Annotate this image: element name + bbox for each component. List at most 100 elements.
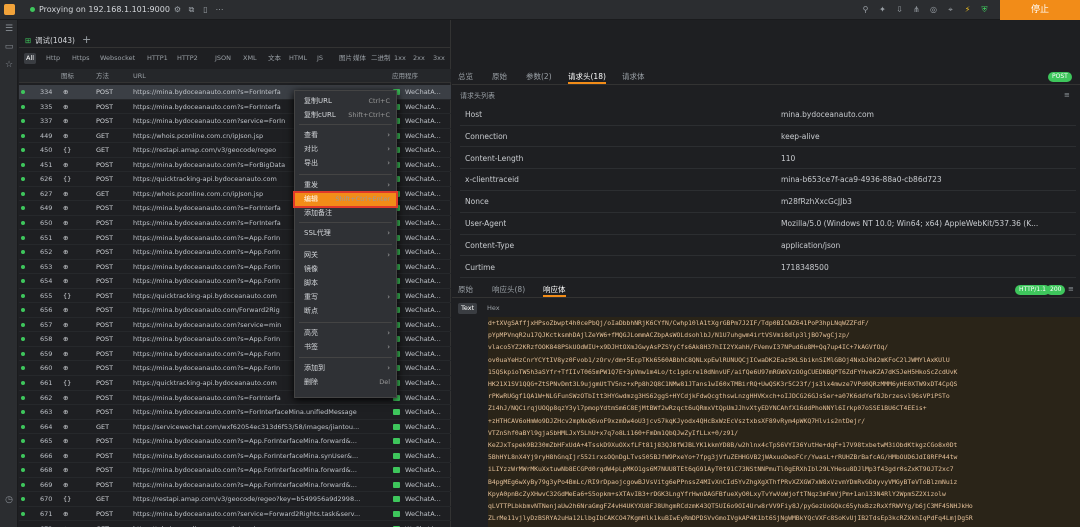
filter-9[interactable]: HTML <box>287 53 309 64</box>
menu-item-7[interactable]: 添加备注 <box>295 207 396 220</box>
menu-separator <box>299 174 392 175</box>
header-row[interactable]: User-Agent Mozilla/5.0 (Windows NT 10.0; … <box>460 213 1076 235</box>
header-row[interactable]: Content-Type application/json <box>460 235 1076 257</box>
tab-session[interactable]: 调试(1043) <box>35 34 75 48</box>
body-line: vlaco5YZ2KRzfOOK848PSkUOdWIU+x9DJHtOXmJG… <box>488 343 889 352</box>
status-dot <box>21 439 25 444</box>
menu-item-10[interactable]: 镜像 <box>295 263 396 276</box>
filter-16[interactable]: 3xx <box>431 53 447 64</box>
menu-item-8[interactable]: SSL代理 › <box>295 227 396 240</box>
filter-icon[interactable]: ⚲ <box>860 4 871 15</box>
menu-item-14[interactable]: 高亮 › <box>295 327 396 340</box>
menu-item-0[interactable]: 复制URL Ctrl+C <box>295 95 396 108</box>
menu-item-16[interactable]: 添加到 › <box>295 362 396 375</box>
menu-item-13[interactable]: 断点 <box>295 305 396 318</box>
table-row[interactable]: 664 ⊕ GET https://servicewechat.com/wxf6205… <box>19 420 451 435</box>
filter-1[interactable]: Http <box>44 53 62 64</box>
menu-item-2[interactable]: 查看 › <box>295 129 396 142</box>
detail-tab-2[interactable]: 参数(2) <box>526 70 552 84</box>
detail-tab-4[interactable]: 请求体 <box>622 70 645 84</box>
body-tab-0[interactable]: Text <box>458 303 478 314</box>
folder-icon[interactable]: ▭ <box>4 42 14 52</box>
filter-5[interactable]: HTTP2 <box>175 53 200 64</box>
stop-button[interactable]: 停止 <box>1000 0 1080 20</box>
menu-item-9[interactable]: 网关 › <box>295 249 396 262</box>
menu-item-6[interactable]: 编辑 Shift+Ctrl+Enter <box>293 191 398 208</box>
table-row[interactable]: 668 ⊕ POST https://mina.bydoceanauto.com?s=… <box>19 463 451 478</box>
location-icon[interactable]: ⌖ <box>945 4 956 15</box>
detail-tab-0[interactable]: 总览 <box>458 70 473 84</box>
filter-13[interactable]: 二进制 <box>369 53 393 64</box>
filter-3[interactable]: Websocket <box>98 53 137 64</box>
body-tab-1[interactable]: Hex <box>484 303 503 314</box>
header-row[interactable]: Nonce m28fRzhXxcGcJJb3 <box>460 191 1076 213</box>
table-row[interactable]: 663 ⊕ POST https://mina.bydoceanauto.com?s=… <box>19 405 451 420</box>
header-list-menu-icon[interactable]: ≡ <box>1064 91 1070 99</box>
response-tab-1[interactable]: 响应头(8) <box>492 283 525 297</box>
menu-item-5[interactable]: 重发 › <box>295 179 396 192</box>
filter-8[interactable]: 文本 <box>266 53 283 64</box>
row-app: WeChatA... <box>405 408 441 417</box>
add-tab-button[interactable]: + <box>82 34 91 48</box>
row-app: WeChatA... <box>405 160 441 169</box>
body-line: ov0uaYeHzCnrYCYtIV8yz0Fvob1/zOrv/dm+5Ecp… <box>488 355 950 364</box>
header-row[interactable]: Curtime 1718348500 <box>460 257 1076 279</box>
history-icon[interactable]: ◷ <box>4 495 14 505</box>
menu-item-12[interactable]: 重写 › <box>295 291 396 304</box>
shield-icon[interactable]: ⛨ <box>979 4 990 15</box>
table-row[interactable]: 671 ⊕ POST https://mina.bydoceanauto.com?se… <box>19 507 451 522</box>
table-row[interactable]: 670 {} GET https://restapi.amap.com/v3/geoc… <box>19 492 451 507</box>
table-row[interactable]: 672 ⊕ GET https://whois.pconline.com.cn/ipJ… <box>19 522 451 527</box>
menu-item-label: 网关 <box>304 251 318 259</box>
row-method: POST <box>96 379 114 387</box>
filter-2[interactable]: Https <box>70 53 92 64</box>
header-row[interactable]: Connection keep-alive <box>460 126 1076 148</box>
menu-item-3[interactable]: 对比 › <box>295 143 396 156</box>
response-tab-2[interactable]: 响应体 <box>543 283 566 297</box>
table-row[interactable]: 666 ⊕ POST https://mina.bydoceanauto.com?s=… <box>19 449 451 464</box>
download-icon[interactable]: ⇩ <box>894 4 905 15</box>
menu-item-17[interactable]: 删除 Del <box>295 376 396 389</box>
detail-tab-3[interactable]: 请求头(18) <box>568 70 606 84</box>
session-icon[interactable]: ☰ <box>4 24 14 34</box>
tools-icon[interactable]: ✦ <box>877 4 888 15</box>
row-type-icon: {} <box>63 495 72 504</box>
star-icon[interactable]: ☆ <box>4 60 14 70</box>
filter-6[interactable]: JSON <box>213 53 233 64</box>
menu-shortcut: Shift+Ctrl+Enter <box>335 195 390 203</box>
settings-icon[interactable]: ⚙ <box>172 4 183 15</box>
header-row[interactable]: Content-Length 110 <box>460 148 1076 170</box>
filter-0[interactable]: All <box>24 53 37 64</box>
request-headers-table: Host mina.bydoceanauto.com Connection keep-… <box>452 104 1080 280</box>
more-icon[interactable]: ⋯ <box>214 4 225 15</box>
status-dot <box>21 322 25 327</box>
line-gutter <box>455 317 485 527</box>
copy-icon[interactable]: ⧉ <box>186 4 197 15</box>
filter-15[interactable]: 2xx <box>411 53 427 64</box>
status-dot <box>21 337 25 342</box>
menu-item-15[interactable]: 书签 › <box>295 341 396 354</box>
body-line: +zHTHCAV6oHmWo9DJZHcv2mpNxQ6voF9xzmOw4oU… <box>488 416 866 425</box>
menu-item-4[interactable]: 导出 › <box>295 157 396 170</box>
filter-7[interactable]: XML <box>241 53 259 64</box>
menu-item-11[interactable]: 脚本 <box>295 277 396 290</box>
filter-10[interactable]: JS <box>315 53 325 64</box>
filter-4[interactable]: HTTP1 <box>145 53 170 64</box>
tab-session-icon: ⊞ <box>25 36 32 45</box>
table-row[interactable]: 669 ⊕ POST https://mina.bydoceanauto.com?s=… <box>19 478 451 493</box>
header-row[interactable]: Host mina.bydoceanauto.com <box>460 104 1076 126</box>
detail-tab-1[interactable]: 原始 <box>492 70 507 84</box>
row-type-icon: ⊕ <box>63 277 69 286</box>
body-line: B4pgMEg6wXyBy79g3yPo4BmLc/RI9rDpaojcgowB… <box>488 477 958 486</box>
lightning-icon[interactable]: ⚡ <box>962 4 973 15</box>
response-tab-0[interactable]: 原始 <box>458 283 473 297</box>
target-icon[interactable]: ◎ <box>928 4 939 15</box>
phone-icon[interactable]: ▯ <box>200 4 211 15</box>
network-icon[interactable]: ⋔ <box>911 4 922 15</box>
filter-12[interactable]: 媒体 <box>351 53 368 64</box>
header-row[interactable]: x-clienttraceid mina-b653ce7f-aca9-4936-8… <box>460 169 1076 191</box>
table-row[interactable]: 665 ⊕ POST https://mina.bydoceanauto.com?s=… <box>19 434 451 449</box>
menu-item-1[interactable]: 复制cURL Shift+Ctrl+C <box>295 109 396 122</box>
filter-14[interactable]: 1xx <box>392 53 408 64</box>
response-menu-icon[interactable]: ≡ <box>1068 285 1074 293</box>
